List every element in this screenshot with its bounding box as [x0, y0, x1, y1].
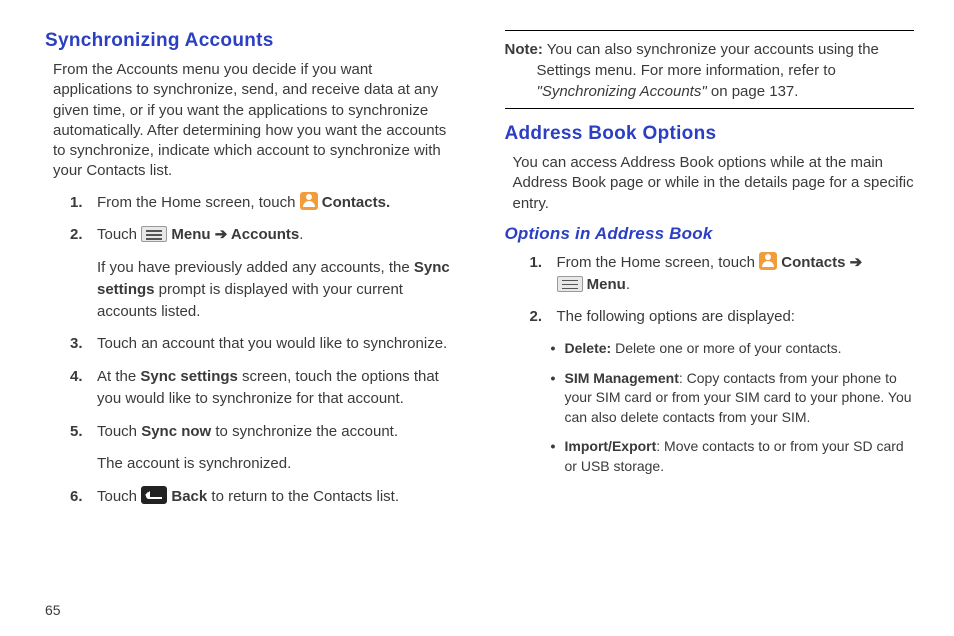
options-bullets: Delete: Delete one or more of your conta… [505, 339, 915, 477]
sync-steps-list: 1. From the Home screen, touch Contacts.… [45, 192, 455, 247]
bullet-delete: Delete: Delete one or more of your conta… [553, 339, 915, 359]
menu-icon [141, 226, 167, 242]
options-steps-list: 1. From the Home screen, touch Contacts … [505, 252, 915, 328]
address-book-heading: Address Book Options [505, 123, 915, 145]
address-intro: You can access Address Book options whil… [505, 153, 915, 214]
step-5-extra: The account is synchronized. [45, 453, 455, 475]
step-4: 4. At the Sync settings screen, touch th… [45, 366, 455, 410]
step-5: 5. Touch Sync now to synchronize the acc… [45, 421, 455, 443]
step-3: 3. Touch an account that you would like … [45, 333, 455, 355]
step-text: From the Home screen, touch Contacts ➔ M… [557, 254, 863, 293]
step-bold: Menu ➔ Accounts [171, 226, 299, 243]
step-text: Touch [97, 226, 141, 243]
step-text: From the Home screen, touch [97, 194, 300, 211]
sync-accounts-heading: Synchronizing Accounts [45, 30, 455, 52]
note-block: Note: You can also synchronize your acco… [505, 39, 915, 102]
back-icon [141, 486, 167, 504]
sync-steps-list-end: 6. Touch Back to return to the Contacts … [45, 486, 455, 508]
step-6: 6. Touch Back to return to the Contacts … [45, 486, 455, 508]
opt-step-2: 2. The following options are displayed: [505, 306, 915, 328]
sync-steps-list-cont: 3. Touch an account that you would like … [45, 333, 455, 442]
step-2-extra: If you have previously added any account… [45, 257, 455, 322]
sync-intro: From the Accounts menu you decide if you… [45, 60, 455, 182]
step-text: Touch Back to return to the Contacts lis… [97, 488, 399, 505]
bullet-sim: SIM Management: Copy contacts from your … [553, 369, 915, 428]
menu-icon [557, 276, 583, 292]
step-text: Touch an account that you would like to … [97, 335, 447, 352]
opt-step-1: 1. From the Home screen, touch Contacts … [505, 252, 915, 296]
step-text: The following options are displayed: [557, 308, 795, 325]
step-text: At the Sync settings screen, touch the o… [97, 368, 439, 407]
options-sub-heading: Options in Address Book [505, 224, 915, 244]
page-number: 65 [45, 602, 61, 618]
step-bold: Contacts. [322, 194, 390, 211]
bullet-import: Import/Export: Move contacts to or from … [553, 437, 915, 476]
contacts-icon [300, 192, 318, 210]
contacts-icon [759, 252, 777, 270]
step-1: 1. From the Home screen, touch Contacts. [45, 192, 455, 214]
right-column: Note: You can also synchronize your acco… [505, 30, 915, 616]
note-rule-bottom [505, 108, 915, 109]
step-text: Touch Sync now to synchronize the accoun… [97, 423, 398, 440]
note-rule-top [505, 30, 915, 31]
left-column: Synchronizing Accounts From the Accounts… [45, 30, 455, 616]
step-2: 2. Touch Menu ➔ Accounts. [45, 224, 455, 246]
